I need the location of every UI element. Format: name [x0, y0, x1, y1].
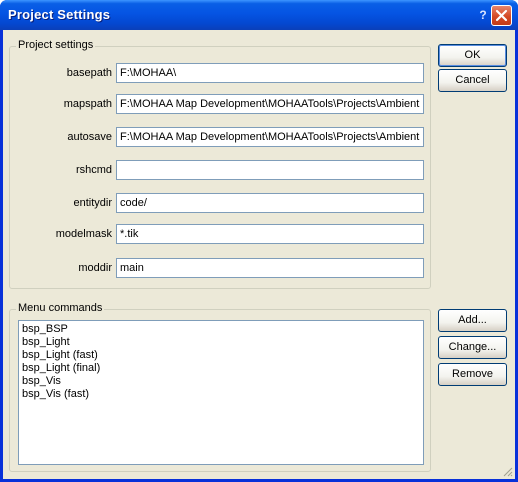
- list-item[interactable]: bsp_Vis: [22, 375, 420, 388]
- mapspath-field[interactable]: F:\MOHAA Map Development\MOHAATools\Proj…: [116, 94, 424, 114]
- basepath-field[interactable]: F:\MOHAA\: [116, 63, 424, 83]
- remove-button[interactable]: Remove: [438, 363, 507, 386]
- autosave-label: autosave: [67, 131, 112, 143]
- list-item[interactable]: bsp_Light (final): [22, 362, 420, 375]
- moddir-label: moddir: [78, 262, 112, 274]
- list-item[interactable]: bsp_Light: [22, 336, 420, 349]
- list-item[interactable]: bsp_Vis (fast): [22, 388, 420, 401]
- rshcmd-label: rshcmd: [75, 164, 112, 176]
- entitydir-field[interactable]: code/: [116, 193, 424, 213]
- entitydir-label: entitydir: [73, 197, 112, 209]
- rshcmd-field[interactable]: [116, 160, 424, 180]
- close-icon: [495, 9, 508, 22]
- project-settings-group-label: Project settings: [16, 39, 96, 51]
- mapspath-label: mapspath: [63, 98, 112, 110]
- project-settings-dialog: Project Settings ? Project settings base…: [0, 0, 518, 482]
- resize-grip-icon[interactable]: [501, 465, 513, 477]
- close-button[interactable]: [491, 5, 512, 26]
- modelmask-field[interactable]: *.tik: [116, 224, 424, 244]
- ok-button[interactable]: OK: [438, 44, 507, 67]
- title-bar[interactable]: Project Settings ?: [0, 0, 518, 30]
- add-button[interactable]: Add...: [438, 309, 507, 332]
- cancel-button[interactable]: Cancel: [438, 69, 507, 92]
- modelmask-label: modelmask: [55, 228, 112, 240]
- list-item[interactable]: bsp_BSP: [22, 323, 420, 336]
- dialog-client-area: Project settings basepath F:\MOHAA\ maps…: [3, 30, 515, 479]
- change-button[interactable]: Change...: [438, 336, 507, 359]
- menu-commands-list[interactable]: bsp_BSP bsp_Light bsp_Light (fast) bsp_L…: [18, 320, 424, 465]
- list-item[interactable]: bsp_Light (fast): [22, 349, 420, 362]
- moddir-field[interactable]: main: [116, 258, 424, 278]
- menu-commands-group-label: Menu commands: [16, 302, 105, 314]
- basepath-label: basepath: [66, 67, 112, 79]
- window-title: Project Settings: [8, 7, 111, 22]
- help-button[interactable]: ?: [476, 6, 490, 24]
- autosave-field[interactable]: F:\MOHAA Map Development\MOHAATools\Proj…: [116, 127, 424, 147]
